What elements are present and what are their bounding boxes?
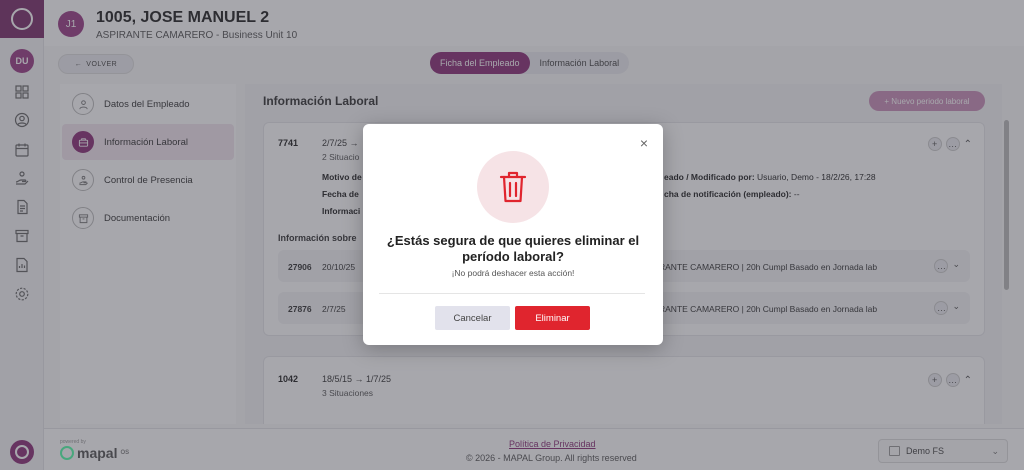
cancel-button[interactable]: Cancelar: [435, 306, 510, 330]
close-icon[interactable]: ×: [637, 136, 651, 150]
dialog-title: ¿Estás segura de que quieres eliminar el…: [386, 233, 640, 264]
dialog-subtitle: ¡No podrá deshacer esta acción!: [451, 268, 575, 278]
delete-button[interactable]: Eliminar: [515, 306, 590, 330]
trash-icon: [499, 171, 527, 203]
trash-badge: [477, 151, 549, 223]
confirm-delete-dialog: × ¿Estás segura de que quieres eliminar …: [363, 124, 663, 345]
divider: [379, 293, 645, 294]
